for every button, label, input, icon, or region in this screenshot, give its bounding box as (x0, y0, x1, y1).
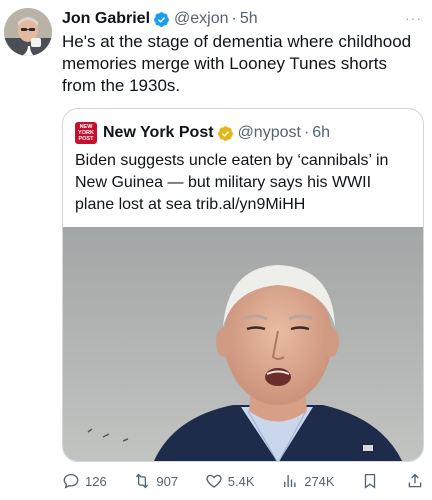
author-avatar[interactable] (4, 8, 52, 56)
views-count: 274K (304, 473, 335, 489)
quoted-photo[interactable] (63, 227, 423, 461)
separator-dot: · (231, 10, 237, 27)
views-icon (284, 475, 296, 487)
like-icon (206, 474, 222, 488)
quoted-text: Biden suggests uncle eaten by ‘cannibals… (75, 152, 389, 213)
share-button[interactable] (406, 472, 424, 490)
tweet-text: He's at the stage of dementia where chil… (62, 32, 412, 95)
bookmark-icon (365, 473, 376, 489)
quoted-author-name[interactable]: New York Post (103, 124, 214, 142)
quoted-separator-dot: · (303, 124, 310, 141)
reply-button[interactable]: 126 (62, 472, 107, 490)
reply-icon (63, 473, 79, 489)
tweet-timestamp[interactable]: 5h (240, 10, 258, 28)
verified-badge-icon (154, 11, 169, 27)
like-button[interactable]: 5.4K (205, 472, 255, 490)
repost-icon (136, 473, 149, 489)
quoted-author-handle[interactable]: @nypost (238, 124, 301, 142)
nypost-logo[interactable]: NEW YORK POST (75, 122, 97, 144)
tweet-header: Jon Gabriel @exjon · 5h ··· (62, 8, 422, 30)
quoted-timestamp[interactable]: 6h (312, 124, 330, 142)
author-handle[interactable]: @exjon (174, 10, 229, 28)
author-name[interactable]: Jon Gabriel (62, 10, 150, 28)
share-icon (408, 473, 422, 488)
more-icon[interactable]: ··· (405, 10, 422, 26)
quoted-header: NEW YORK POST New York Post @nypost · 6h (75, 122, 330, 144)
gold-verified-badge-icon (217, 125, 233, 141)
views-button[interactable]: 274K (281, 472, 335, 490)
reply-count: 126 (85, 473, 107, 489)
tweet-actions: 126 907 5.4K 274K (62, 470, 424, 492)
repost-count: 907 (156, 473, 179, 489)
quoted-tweet[interactable]: NEW YORK POST New York Post @nypost · 6h B… (62, 108, 424, 462)
bookmark-button[interactable] (361, 472, 379, 490)
tweet-card[interactable]: Jon Gabriel @exjon · 5h ··· He's at the … (0, 0, 432, 500)
like-count: 5.4K (227, 473, 255, 489)
repost-button[interactable]: 907 (133, 472, 178, 490)
